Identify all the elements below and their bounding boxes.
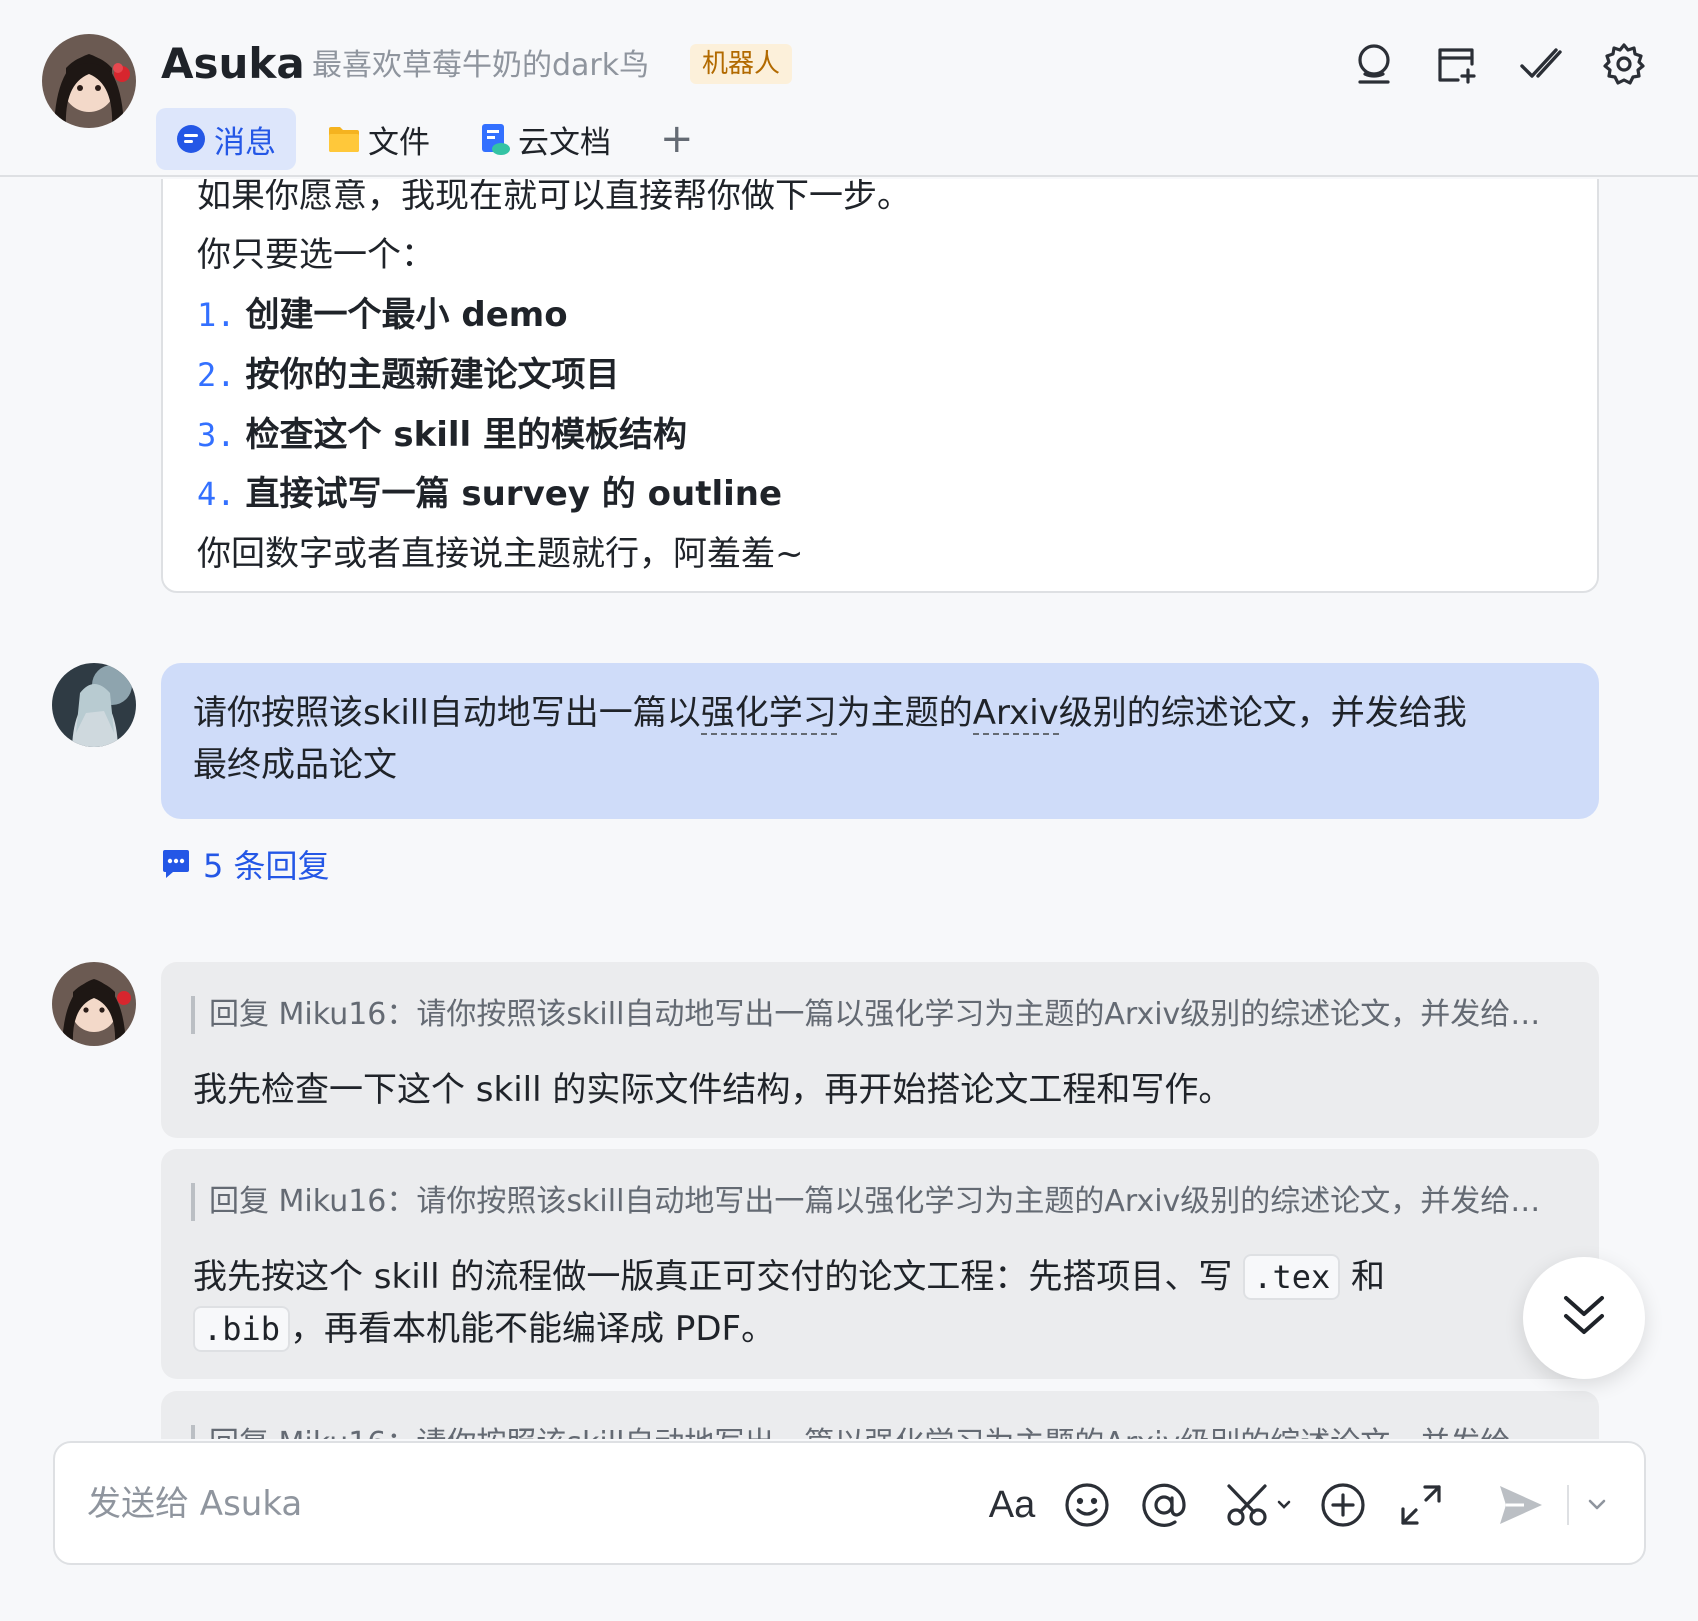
bot-message-bubble: 如果你愿意，我现在就可以直接帮你做下一步。 你只要选一个： 1. 创建一个最小 d…	[161, 179, 1599, 593]
reply-quote[interactable]: 回复 Miku16：请你按照该skill自动地写出一篇以强化学习为主题的Arxi…	[191, 1425, 1571, 1439]
list-number: 3.	[197, 416, 236, 454]
settings-icon[interactable]	[1600, 40, 1648, 88]
search-icon[interactable]	[1350, 40, 1398, 88]
tab-cloud-docs[interactable]: 云文档	[460, 108, 631, 170]
inline-code: .bib	[193, 1306, 291, 1352]
bot-reply-bubble: 回复 Miku16：请你按照该skill自动地写出一篇以强化学习为主题的Arxi…	[161, 1391, 1599, 1439]
add-tab-button[interactable]: +	[640, 108, 714, 170]
scroll-to-bottom-button[interactable]	[1523, 1257, 1645, 1379]
chat-title: Asuka	[161, 39, 305, 88]
list-item: 3. 检查这个 skill 里的模板结构	[197, 413, 687, 457]
list-item-text: 按你的主题新建论文项目	[245, 355, 620, 395]
message-text: 为主题的	[836, 693, 973, 733]
tab-label: 云文档	[518, 124, 611, 161]
comment-icon	[161, 849, 191, 879]
send-icon[interactable]	[1493, 1477, 1549, 1533]
checkmark-icon[interactable]	[1516, 40, 1564, 88]
message-text: 我先按这个 skill 的流程做一版真正可交付的论文工程：先搭项目、写	[193, 1257, 1244, 1297]
highlighted-term[interactable]: 强化学习	[700, 693, 837, 735]
list-item-text: 直接试写一篇 survey 的 outline	[245, 474, 783, 514]
list-item-text: 检查这个 skill 里的模板结构	[245, 415, 688, 455]
message-text: 我先按这个 skill 的流程做一版真正可交付的论文工程：先搭项目、写 .tex…	[193, 1251, 1385, 1303]
mention-icon[interactable]	[1136, 1477, 1192, 1533]
message-text: 我先检查一下这个 skill 的实际文件结构，再开始搭论文工程和写作。	[193, 1070, 1233, 1110]
list-item: 2. 按你的主题新建论文项目	[197, 353, 620, 397]
folder-icon	[328, 125, 360, 153]
chat-header: Asuka 最喜欢草莓牛奶的dark鸟 机器人 消息 文件 云文档 +	[0, 0, 1698, 177]
expand-icon[interactable]	[1393, 1477, 1449, 1533]
double-chevron-down-icon	[1562, 1292, 1606, 1344]
tab-label: 文件	[368, 124, 430, 161]
reply-count: 5 条回复	[203, 847, 330, 885]
emoji-icon[interactable]	[1059, 1477, 1115, 1533]
message-text: 和	[1340, 1257, 1386, 1297]
bot-reply-bubble: 回复 Miku16：请你按照该skill自动地写出一篇以强化学习为主题的Arxi…	[161, 1149, 1599, 1379]
message-icon	[176, 124, 206, 154]
add-circle-icon[interactable]	[1315, 1477, 1371, 1533]
user-message-bubble: 请你按照该skill自动地写出一篇以强化学习为主题的Arxiv级别的综述论文，并…	[161, 663, 1599, 819]
message-text: ，再看本机能不能编译成 PDF。	[290, 1309, 776, 1349]
highlighted-term[interactable]: Arxiv	[972, 693, 1059, 735]
message-input[interactable]	[85, 1473, 945, 1535]
chat-subtitle: 最喜欢草莓牛奶的dark鸟	[312, 48, 650, 83]
cloud-doc-icon	[480, 123, 510, 155]
message-text: 如果你愿意，我现在就可以直接帮你做下一步。	[197, 179, 911, 216]
inline-code: .tex	[1243, 1254, 1341, 1300]
list-item-text: 创建一个最小 demo	[245, 295, 568, 335]
message-text: 请你按照该skill自动地写出一篇以	[193, 693, 701, 733]
thread-replies-link[interactable]: 5 条回复	[161, 842, 330, 886]
message-text: 级别的综述论文，并发给我	[1058, 693, 1467, 733]
message-text: 你回数字或者直接说主题就行，阿羞羞~	[197, 534, 804, 574]
bot-badge: 机器人	[690, 44, 793, 84]
list-item: 4. 直接试写一篇 survey 的 outline	[197, 472, 782, 516]
bot-reply-bubble: 回复 Miku16：请你按照该skill自动地写出一篇以强化学习为主题的Arxi…	[161, 962, 1599, 1138]
tab-files[interactable]: 文件	[308, 108, 450, 170]
reply-quote[interactable]: 回复 Miku16：请你按照该skill自动地写出一篇以强化学习为主题的Arxi…	[191, 1183, 1571, 1221]
message-list[interactable]: 如果你愿意，我现在就可以直接帮你做下一步。 你只要选一个： 1. 创建一个最小 d…	[0, 179, 1698, 1439]
list-number: 2.	[197, 356, 236, 394]
scissors-icon[interactable]	[1223, 1477, 1307, 1533]
font-format-icon[interactable]: Aa	[984, 1477, 1040, 1533]
bot-avatar[interactable]	[42, 34, 136, 128]
message-text: 最终成品论文	[193, 745, 397, 785]
message-composer: Aa	[53, 1441, 1646, 1565]
list-number: 4.	[197, 475, 236, 513]
list-number: 1.	[197, 296, 236, 334]
tab-messages[interactable]: 消息	[156, 108, 296, 170]
send-options-chevron-icon[interactable]	[1577, 1477, 1617, 1533]
list-item: 1. 创建一个最小 demo	[197, 293, 568, 337]
message-text: .bib ，再看本机能不能编译成 PDF。	[193, 1303, 775, 1355]
reply-quote[interactable]: 回复 Miku16：请你按照该skill自动地写出一篇以强化学习为主题的Arxi…	[191, 996, 1571, 1034]
user-avatar[interactable]	[52, 663, 136, 747]
message-text: 你只要选一个：	[197, 235, 435, 275]
tab-label: 消息	[214, 124, 276, 161]
new-chat-icon[interactable]	[1432, 40, 1480, 88]
bot-avatar[interactable]	[52, 962, 136, 1046]
send-divider	[1567, 1485, 1569, 1525]
